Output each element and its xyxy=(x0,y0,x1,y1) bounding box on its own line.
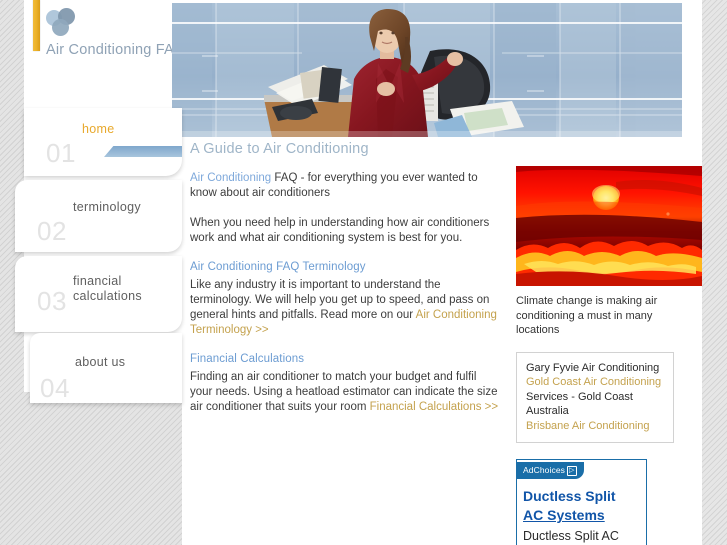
sidebar-item-terminology[interactable]: terminology 02 xyxy=(15,180,182,252)
terminology-subheading: Air Conditioning FAQ Terminology xyxy=(190,261,366,273)
page-canvas: Air Conditioning FAQ home 01 terminology… xyxy=(0,0,702,545)
financial-label-line1: financial xyxy=(73,274,122,288)
adchoices-label: AdChoices xyxy=(523,465,566,475)
advertisement-box: AdChoices ▷ Ductless Split AC Systems Duct… xyxy=(516,459,647,545)
partner-link-3[interactable]: Brisbane Air Conditioning xyxy=(526,420,650,432)
page-title: A Guide to Air Conditioning xyxy=(190,141,369,157)
adchoices-badge[interactable]: AdChoices ▷ xyxy=(517,462,584,479)
partner-link-1[interactable]: Gold Coast Air Conditioning xyxy=(526,376,661,388)
sidebar-item-terminology-label: terminology xyxy=(73,200,141,214)
financial-paragraph: Finding an air conditioner to match your… xyxy=(190,370,500,415)
air-conditioning-link[interactable]: Air Conditioning xyxy=(190,172,271,184)
sidebar-item-terminology-number: 02 xyxy=(37,216,67,246)
financial-subheading: Financial Calculations xyxy=(190,353,305,365)
sidebar-item-financial-calculations[interactable]: financial calculations 03 xyxy=(15,256,182,332)
partner-links-box: Gary Fyvie Air Conditioning Gold Coast A… xyxy=(516,351,674,443)
right-sidebar: Climate change is making air conditionin… xyxy=(516,166,702,545)
sidebar-item-about-us[interactable]: about us 04 xyxy=(30,333,182,403)
sunset-photo xyxy=(516,166,702,286)
adchoices-triangle-icon: ▷ xyxy=(567,466,577,476)
image-caption: Climate change is making air conditionin… xyxy=(516,295,658,336)
ad-body-text: Ductless Split AC System Estimates Enter… xyxy=(523,529,619,543)
three-circles-logo-icon xyxy=(46,8,80,42)
ad-headline-link[interactable]: Ductless Split AC Systems xyxy=(523,487,640,525)
brand-panel: Air Conditioning FAQ xyxy=(24,0,185,112)
sidebar-item-home-label: home xyxy=(82,122,115,136)
partner-link-2: Services - Gold Coast Australia xyxy=(526,390,633,418)
sidebar-item-home[interactable]: home 01 xyxy=(24,108,182,176)
hero-banner-image xyxy=(172,3,682,137)
lower-left-stripe-area xyxy=(0,392,182,545)
financial-more-link[interactable]: Financial Calculations >> xyxy=(370,401,499,413)
sidebar-item-financial-number: 03 xyxy=(37,286,67,316)
sidebar-item-about-number: 04 xyxy=(40,373,70,403)
terminology-paragraph: Like any industry it is important to und… xyxy=(190,278,500,338)
blue-accent-wedge xyxy=(104,146,182,157)
site-title: Air Conditioning FAQ xyxy=(46,42,186,58)
main-article: A Guide to Air Conditioning Air Conditio… xyxy=(190,141,500,430)
ad-headline-line2: AC Systems xyxy=(523,507,605,523)
ad-headline-line1: Ductless Split xyxy=(523,488,616,504)
sidebar-item-about-label: about us xyxy=(75,355,126,369)
sidebar-item-home-number: 01 xyxy=(46,138,76,168)
partner-link-0: Gary Fyvie Air Conditioning xyxy=(526,361,660,374)
gold-accent-bar xyxy=(33,0,40,51)
financial-label-line2: calculations xyxy=(73,289,142,303)
sidebar-item-financial-label: financial calculations xyxy=(73,274,142,304)
help-paragraph: When you need help in understanding how … xyxy=(190,217,490,244)
intro-paragraph: Air Conditioning FAQ - for everything yo… xyxy=(190,171,500,201)
